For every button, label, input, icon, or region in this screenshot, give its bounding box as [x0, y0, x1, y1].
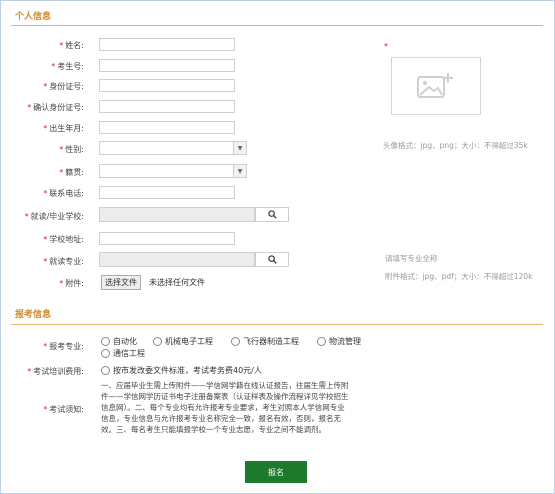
- school-search-button[interactable]: [255, 207, 289, 222]
- gender-select[interactable]: ▼: [99, 141, 247, 155]
- section-title-personal: 个人信息: [15, 12, 52, 22]
- label-apply-major: * 报考专业:: [43, 342, 84, 351]
- school-input[interactable]: [99, 207, 255, 222]
- radio-icon: [101, 366, 110, 375]
- major-option[interactable]: 飞行器制造工程: [231, 336, 299, 347]
- label-native: * 籍贯:: [59, 168, 84, 177]
- radio-icon: [317, 337, 326, 346]
- label-fee: * 考试培训费用:: [27, 367, 84, 376]
- id-no-input[interactable]: [99, 79, 235, 92]
- major-option[interactable]: 物流管理: [317, 336, 361, 347]
- photo-required-mark: *: [384, 42, 388, 51]
- radio-icon: [101, 349, 110, 358]
- image-placeholder-icon: [417, 73, 453, 98]
- label-phone: * 联系电话:: [43, 189, 84, 198]
- id-confirm-input[interactable]: [99, 100, 235, 113]
- label-exam-no: * 考生号:: [51, 62, 84, 71]
- major-input[interactable]: [99, 252, 255, 267]
- section-divider: [11, 324, 543, 325]
- file-status: 未选择任何文件: [149, 278, 205, 287]
- major-option[interactable]: 自动化: [101, 336, 137, 347]
- search-icon: [267, 210, 277, 219]
- label-attachment: * 附件:: [59, 279, 84, 288]
- name-input[interactable]: [99, 38, 235, 51]
- radio-icon: [153, 337, 162, 346]
- label-notice: * 考试须知:: [43, 405, 84, 414]
- major-option[interactable]: 通信工程: [101, 348, 145, 359]
- label-id-confirm: * 确认身份证号:: [27, 103, 84, 112]
- native-select[interactable]: ▼: [99, 164, 247, 178]
- section-title-apply: 报考信息: [15, 310, 52, 320]
- label-name: * 姓名:: [59, 41, 84, 50]
- chevron-down-icon: ▼: [233, 142, 246, 154]
- phone-input[interactable]: [99, 186, 235, 199]
- radio-icon: [231, 337, 240, 346]
- radio-icon: [101, 337, 110, 346]
- school-addr-input[interactable]: [99, 232, 235, 245]
- major-hint: 请填写专业全称: [385, 254, 438, 263]
- birth-input[interactable]: [99, 121, 235, 134]
- registration-form: 个人信息 * 姓名: * 考生号: * 身份证号: * 确认身份证号: * 出生年月: *…: [0, 0, 555, 494]
- label-gender: * 性别:: [59, 145, 84, 154]
- photo-upload[interactable]: [391, 57, 481, 115]
- notice-text: 一、应届毕业生需上传附件——学信网学籍在线认证报告，往届生需上传附件——学信网学…: [101, 381, 349, 434]
- label-school-addr: * 学校地址:: [43, 235, 84, 244]
- fee-option[interactable]: 按市发改委文件标准，考试考务费40元/人: [101, 365, 262, 376]
- label-school: * 就读/毕业学校:: [24, 212, 84, 221]
- label-birth: * 出生年月:: [43, 124, 84, 133]
- submit-button[interactable]: 报名: [245, 461, 307, 483]
- attachment-hint: 附件格式：jpg、pdf；大小：不得超过120k: [385, 272, 533, 281]
- exam-no-input[interactable]: [99, 59, 235, 72]
- label-major: * 就读专业:: [43, 257, 84, 266]
- section-divider: [11, 25, 543, 26]
- photo-hint: 头像格式：jpg、png；大小：不得超过35k: [383, 141, 528, 150]
- label-id-no: * 身份证号:: [43, 82, 84, 91]
- search-icon: [267, 255, 277, 264]
- major-search-button[interactable]: [255, 252, 289, 267]
- chevron-down-icon: ▼: [233, 165, 246, 177]
- major-option[interactable]: 机械电子工程: [153, 336, 213, 347]
- choose-file-button[interactable]: 选择文件: [101, 275, 141, 290]
